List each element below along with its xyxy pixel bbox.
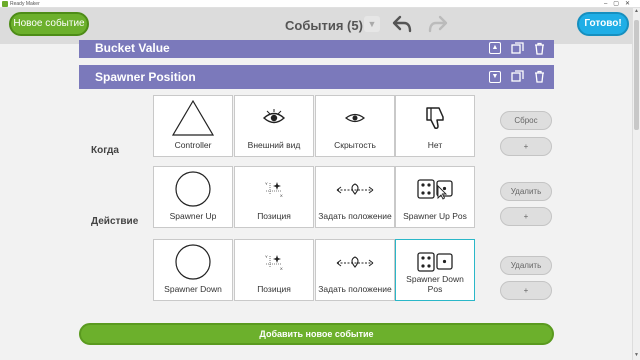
circle-icon xyxy=(175,244,211,280)
window-titlebar: Ready Maker –▢✕ xyxy=(0,0,640,8)
done-button[interactable]: Готово! xyxy=(577,12,629,36)
card-label: Spawner Up xyxy=(169,211,217,221)
event-header-bucket-value[interactable]: Bucket Value ▲ xyxy=(79,40,554,58)
scrollbar[interactable]: ▲ ▼ xyxy=(632,8,640,360)
add-action-button[interactable]: + xyxy=(500,281,552,300)
svg-text:Y: Y xyxy=(265,254,268,259)
add-new-event-button[interactable]: Добавить новое событие xyxy=(79,323,554,345)
redo-icon[interactable] xyxy=(426,12,450,36)
when-card-controller[interactable]: Controller xyxy=(153,95,233,157)
circle-icon xyxy=(175,171,211,207)
triangle-icon xyxy=(171,99,215,136)
event-name: Bucket Value xyxy=(95,41,170,55)
card-label: Позиция xyxy=(257,284,291,294)
action-card-set-position[interactable]: Задать положение xyxy=(315,239,395,301)
scrollbar-thumb[interactable] xyxy=(634,20,639,130)
event-header-spawner-position[interactable]: Spawner Position ▼ xyxy=(79,65,554,89)
card-label: Spawner Up Pos xyxy=(403,211,467,221)
action-card-spawner-down-pos[interactable]: Spawner Down Pos xyxy=(395,239,475,301)
add-condition-button[interactable]: + xyxy=(500,137,552,156)
svg-text:X: X xyxy=(280,266,283,271)
chevron-down-icon[interactable]: ▼ xyxy=(364,16,380,32)
eye-icon xyxy=(345,113,365,123)
chevron-down-icon[interactable]: ▼ xyxy=(489,71,501,83)
duplicate-icon[interactable] xyxy=(511,42,524,55)
position-axes-icon: YX xyxy=(265,254,283,271)
svg-text:Y: Y xyxy=(265,181,268,186)
top-toolbar: Новое событие События (5) ▼ Готово! xyxy=(0,8,632,44)
trash-icon[interactable] xyxy=(533,70,546,83)
thumbs-down-icon xyxy=(426,107,444,129)
svg-text:X: X xyxy=(280,193,283,198)
position-axes-icon: YX xyxy=(265,181,283,198)
set-position-icon xyxy=(336,256,374,268)
when-card-no[interactable]: Нет xyxy=(395,95,475,157)
action-card-spawner-up-pos[interactable]: Spawner Up Pos xyxy=(395,166,475,228)
card-label: Задать положение xyxy=(318,211,392,221)
action-label: Действие xyxy=(91,216,139,227)
new-event-button[interactable]: Новое событие xyxy=(9,12,89,36)
chevron-up-icon[interactable]: ▲ xyxy=(489,42,501,54)
card-label: Spawner Down Pos xyxy=(406,274,464,294)
card-label: Controller xyxy=(174,140,212,150)
card-label: Внешний вид xyxy=(247,140,301,150)
window-controls[interactable]: –▢✕ xyxy=(604,0,636,8)
eye-icon xyxy=(262,109,286,124)
action-card-position[interactable]: YX Позиция xyxy=(234,239,314,301)
page-title: События (5) xyxy=(285,18,363,33)
delete-action-button[interactable]: Удалить xyxy=(500,256,552,275)
set-position-icon xyxy=(336,183,374,195)
duplicate-icon[interactable] xyxy=(511,70,524,83)
card-label: Spawner Down xyxy=(164,284,222,294)
trash-icon[interactable] xyxy=(533,42,546,55)
when-card-hidden[interactable]: Скрытость xyxy=(315,95,395,157)
when-card-appearance[interactable]: Внешний вид xyxy=(234,95,314,157)
action-card-position[interactable]: YX Позиция xyxy=(234,166,314,228)
action-card-spawner-down[interactable]: Spawner Down xyxy=(153,239,233,301)
when-label: Когда xyxy=(91,145,119,156)
card-label: Задать положение xyxy=(318,284,392,294)
scroll-down-icon[interactable]: ▼ xyxy=(634,352,639,358)
dice-icon xyxy=(417,252,453,272)
undo-icon[interactable] xyxy=(390,12,414,36)
window-title: Ready Maker xyxy=(10,1,40,7)
action-card-set-position[interactable]: Задать положение xyxy=(315,166,395,228)
dice-icon xyxy=(417,179,453,200)
event-name: Spawner Position xyxy=(95,70,196,84)
scroll-up-icon[interactable]: ▲ xyxy=(634,8,639,14)
reset-button[interactable]: Сброс xyxy=(500,111,552,130)
card-label: Позиция xyxy=(257,211,291,221)
action-card-spawner-up[interactable]: Spawner Up xyxy=(153,166,233,228)
card-label: Скрытость xyxy=(334,140,376,150)
app-icon xyxy=(2,1,8,7)
delete-action-button[interactable]: Удалить xyxy=(500,182,552,201)
add-action-button[interactable]: + xyxy=(500,207,552,226)
card-label: Нет xyxy=(427,140,443,150)
